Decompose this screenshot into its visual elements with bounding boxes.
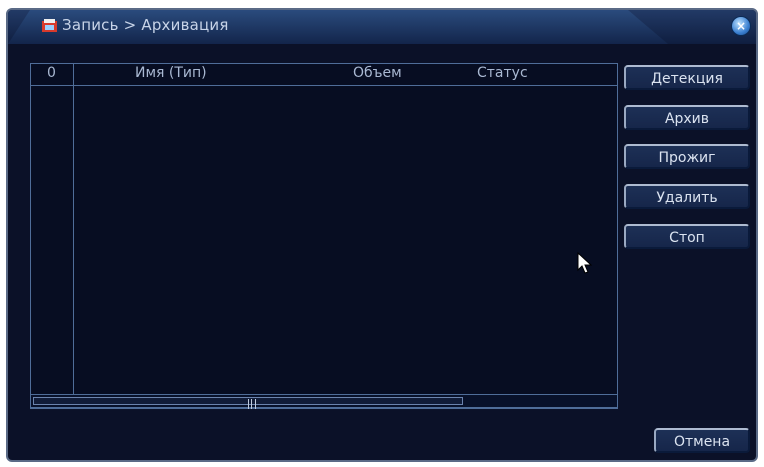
record-icon — [42, 19, 57, 32]
column-size: Объем — [353, 65, 402, 81]
archive-button[interactable]: Архив — [624, 105, 750, 130]
stop-button[interactable]: Стоп — [624, 224, 750, 249]
detect-button[interactable]: Детекция — [624, 65, 750, 90]
title-bar: Запись > Архивация × — [8, 10, 756, 44]
table-header: 0 Имя (Тип) Объем Статус — [31, 64, 617, 86]
scrollbar-thumb[interactable] — [33, 397, 463, 409]
archive-table[interactable]: 0 Имя (Тип) Объем Статус — [30, 63, 618, 409]
delete-button[interactable]: Удалить — [624, 184, 750, 209]
scrollbar-grip-icon — [248, 399, 256, 409]
cancel-button[interactable]: Отмена — [654, 428, 750, 453]
window-title: Запись > Архивация — [62, 16, 229, 34]
burn-button[interactable]: Прожиг — [624, 144, 750, 169]
close-button[interactable]: × — [732, 17, 750, 35]
close-icon: × — [735, 19, 747, 33]
column-status: Статус — [477, 65, 528, 81]
column-index: 0 — [47, 65, 56, 81]
archive-window: Запись > Архивация × 0 Имя (Тип) Объем С… — [6, 8, 758, 462]
column-divider — [73, 64, 74, 408]
column-name-type: Имя (Тип) — [135, 65, 207, 81]
horizontal-scrollbar[interactable] — [30, 394, 618, 409]
mouse-cursor-icon — [577, 252, 593, 274]
